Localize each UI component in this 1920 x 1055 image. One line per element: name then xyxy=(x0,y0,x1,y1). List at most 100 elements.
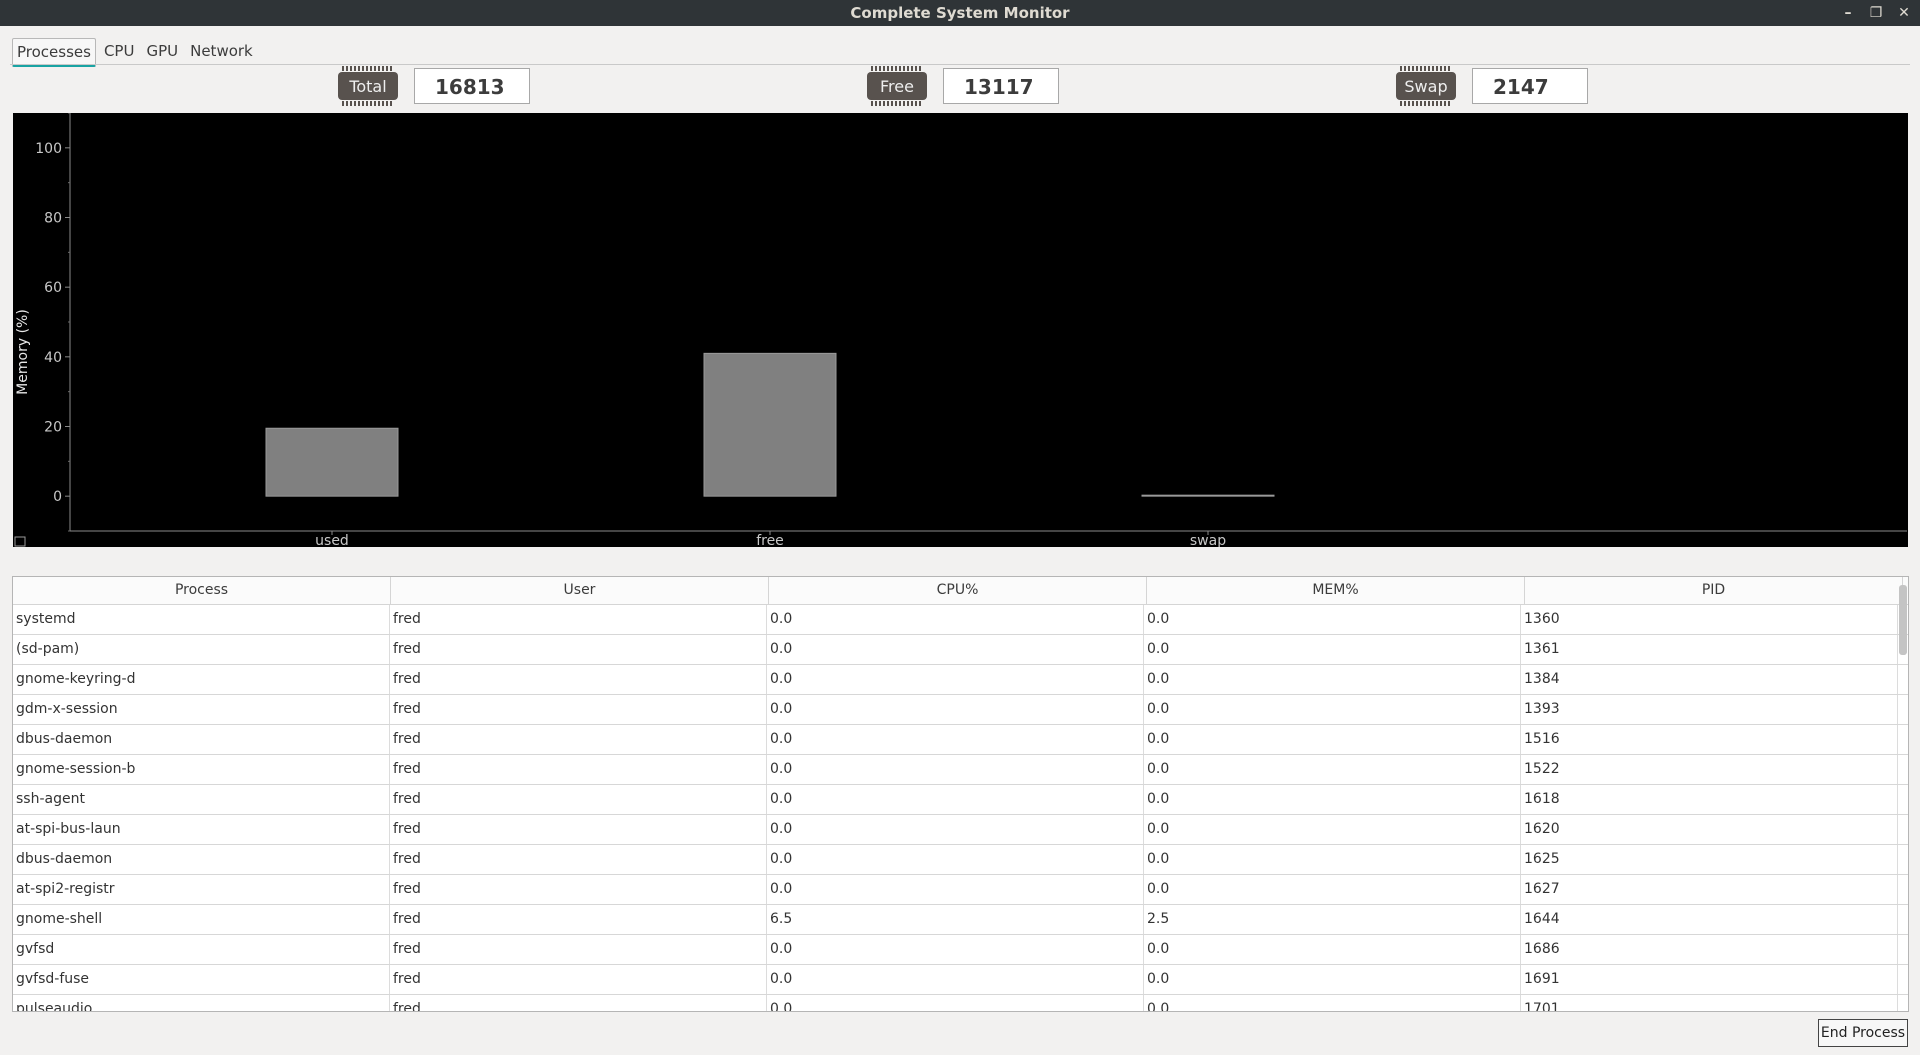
table-cell: 0.0 xyxy=(767,725,1144,754)
table-row[interactable]: gvfsd-fuse fred 0.0 0.0 1691 xyxy=(13,965,1908,995)
y-tick-label: 40 xyxy=(44,350,62,366)
table-row[interactable]: gvfsd fred 0.0 0.0 1686 xyxy=(13,935,1908,965)
column-header[interactable]: PID xyxy=(1525,577,1903,604)
scrollbar-thumb[interactable] xyxy=(1899,585,1907,655)
memory-chip-icon: Total xyxy=(338,66,398,106)
table-cell: 0.0 xyxy=(1144,755,1521,784)
table-row[interactable]: gdm-x-session fred 0.0 0.0 1393 xyxy=(13,695,1908,725)
column-header[interactable]: User xyxy=(391,577,769,604)
tab-network[interactable]: Network xyxy=(186,38,257,64)
memory-chart: 0 20 40 60 80 100 Memory (%) used free swap xyxy=(13,113,1908,547)
x-tick-label: swap xyxy=(1190,533,1226,547)
window-title: Complete System Monitor xyxy=(850,4,1070,22)
y-tick-label: 0 xyxy=(53,489,62,505)
tab-gpu[interactable]: GPU xyxy=(142,38,182,64)
bar-free xyxy=(703,352,837,497)
tab-cpu[interactable]: CPU xyxy=(100,38,139,64)
table-cell: gnome-keyring-d xyxy=(13,665,390,694)
table-cell: gnome-shell xyxy=(13,905,390,934)
autoscale-icon xyxy=(14,536,26,547)
table-row[interactable]: ssh-agent fred 0.0 0.0 1618 xyxy=(13,785,1908,815)
table-row[interactable]: at-spi2-registr fred 0.0 0.0 1627 xyxy=(13,875,1908,905)
table-header: Process User CPU% MEM% PID xyxy=(13,577,1908,605)
table-scrollbar[interactable] xyxy=(1898,585,1908,1005)
table-cell: fred xyxy=(390,875,767,904)
table-cell: dbus-daemon xyxy=(13,725,390,754)
total-label: Total xyxy=(349,76,387,96)
table-cell: at-spi-bus-laun xyxy=(13,815,390,844)
column-header[interactable]: CPU% xyxy=(769,577,1147,604)
table-cell: 0.0 xyxy=(767,635,1144,664)
table-row[interactable]: gnome-session-b fred 0.0 0.0 1522 xyxy=(13,755,1908,785)
table-cell: fred xyxy=(390,845,767,874)
table-cell: 0.0 xyxy=(1144,695,1521,724)
table-cell: 0.0 xyxy=(1144,935,1521,964)
table-cell: dbus-daemon xyxy=(13,845,390,874)
table-cell: fred xyxy=(390,905,767,934)
table-cell: 1618 xyxy=(1521,785,1898,814)
table-cell: 0.0 xyxy=(767,995,1144,1011)
table-cell: pulseaudio xyxy=(13,995,390,1011)
table-cell: 0.0 xyxy=(1144,995,1521,1011)
table-row[interactable]: (sd-pam) fred 0.0 0.0 1361 xyxy=(13,635,1908,665)
table-row[interactable]: gnome-keyring-d fred 0.0 0.0 1384 xyxy=(13,665,1908,695)
table-cell: 1644 xyxy=(1521,905,1898,934)
table-cell: 0.0 xyxy=(1144,815,1521,844)
table-cell: gdm-x-session xyxy=(13,695,390,724)
close-icon[interactable]: ✕ xyxy=(1896,5,1912,21)
table-cell: 0.0 xyxy=(767,845,1144,874)
table-cell: 1516 xyxy=(1521,725,1898,754)
y-tick-label: 20 xyxy=(44,420,62,436)
table-cell: 2.5 xyxy=(1144,905,1521,934)
table-cell: 1701 xyxy=(1521,995,1898,1011)
table-cell: 0.0 xyxy=(767,755,1144,784)
table-row[interactable]: dbus-daemon fred 0.0 0.0 1625 xyxy=(13,845,1908,875)
total-value: 16813 xyxy=(414,68,530,104)
table-row[interactable]: at-spi-bus-laun fred 0.0 0.0 1620 xyxy=(13,815,1908,845)
column-header[interactable]: Process xyxy=(13,577,391,604)
table-cell: 0.0 xyxy=(767,605,1144,634)
table-cell: 1620 xyxy=(1521,815,1898,844)
end-process-button[interactable]: End Process xyxy=(1818,1019,1908,1047)
table-cell: 1384 xyxy=(1521,665,1898,694)
table-cell: fred xyxy=(390,755,767,784)
table-row[interactable]: gnome-shell fred 6.5 2.5 1644 xyxy=(13,905,1908,935)
column-header[interactable]: MEM% xyxy=(1147,577,1525,604)
table-cell: 1360 xyxy=(1521,605,1898,634)
table-cell: 0.0 xyxy=(1144,635,1521,664)
swap-value: 2147 xyxy=(1472,68,1588,104)
table-cell: gvfsd xyxy=(13,935,390,964)
table-cell: 0.0 xyxy=(1144,725,1521,754)
table-row[interactable]: dbus-daemon fred 0.0 0.0 1516 xyxy=(13,725,1908,755)
restore-icon[interactable]: ❐ xyxy=(1868,5,1884,21)
table-cell: 0.0 xyxy=(767,935,1144,964)
table-cell: fred xyxy=(390,995,767,1011)
table-cell: 0.0 xyxy=(767,875,1144,904)
bar-used xyxy=(265,427,399,497)
table-cell: 1361 xyxy=(1521,635,1898,664)
minimize-icon[interactable]: – xyxy=(1840,5,1856,21)
table-cell: 0.0 xyxy=(767,965,1144,994)
table-cell: fred xyxy=(390,815,767,844)
memory-chip-icon: Swap xyxy=(1396,66,1456,106)
bar-swap xyxy=(1141,494,1275,497)
swap-memory-stat: Swap 2147 xyxy=(1396,66,1588,106)
table-row[interactable]: pulseaudio fred 0.0 0.0 1701 xyxy=(13,995,1908,1011)
table-cell: fred xyxy=(390,695,767,724)
table-cell: ssh-agent xyxy=(13,785,390,814)
table-cell: 0.0 xyxy=(1144,845,1521,874)
y-tick-label: 100 xyxy=(35,141,62,157)
table-cell: 1625 xyxy=(1521,845,1898,874)
table-cell: 1686 xyxy=(1521,935,1898,964)
tab-processes[interactable]: Processes xyxy=(12,38,96,67)
table-cell: at-spi2-registr xyxy=(13,875,390,904)
tab-bar: Processes CPU GPU Network xyxy=(12,38,257,67)
table-cell: fred xyxy=(390,965,767,994)
table-body: systemd fred 0.0 0.0 1360 (sd-pam) fred 0.0 0.0 1… xyxy=(13,605,1908,1011)
x-tick-label: used xyxy=(315,533,349,547)
process-table: Process User CPU% MEM% PID systemd fred 0.0 0.0… xyxy=(12,576,1909,1012)
table-cell: 0.0 xyxy=(1144,965,1521,994)
table-row[interactable]: systemd fred 0.0 0.0 1360 xyxy=(13,605,1908,635)
table-cell: 0.0 xyxy=(767,785,1144,814)
free-memory-stat: Free 13117 xyxy=(867,66,1059,106)
